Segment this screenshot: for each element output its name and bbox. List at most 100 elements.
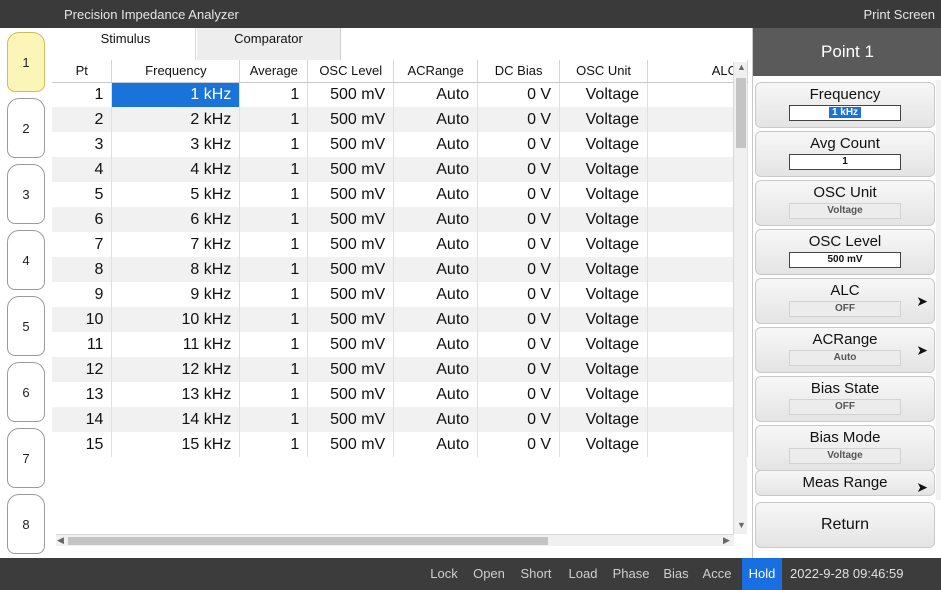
cell-osc-unit[interactable]: Voltage — [559, 257, 649, 282]
cell-dc-bias[interactable]: 0 V — [477, 332, 561, 357]
cell-osc-level[interactable]: 500 mV — [307, 132, 395, 157]
cell-pt[interactable]: 5 — [52, 182, 113, 207]
table-vertical-scrollbar[interactable]: ▲ ▼ — [733, 62, 747, 534]
table-row[interactable]: 11 11 kHz 1 500 mV Auto 0 V Voltage — [52, 332, 748, 357]
cell-osc-level[interactable]: 500 mV — [307, 182, 395, 207]
table-row[interactable]: 88 kHz 1 500 mV Auto 0 V Voltage — [52, 257, 748, 282]
column-header-acrange[interactable]: ACRange — [393, 60, 479, 83]
cell-pt[interactable]: 11 — [52, 332, 113, 357]
cell-dc-bias[interactable]: 0 V — [477, 382, 561, 407]
table-row[interactable]: 15 15 kHz 1 500 mV Auto 0 V Voltage — [52, 432, 748, 457]
cell-average[interactable]: 1 — [239, 82, 309, 107]
cell-frequency[interactable]: 13 kHz — [111, 382, 241, 407]
frequency-field[interactable]: 1 kHz — [789, 105, 901, 121]
cell-frequency[interactable]: 3 kHz — [111, 132, 241, 157]
alc-softkey[interactable]: ALC OFF ➤ — [755, 278, 935, 324]
cell-pt[interactable]: 6 — [52, 207, 113, 232]
cell-pt[interactable]: 1 — [52, 82, 113, 107]
cell-frequency[interactable]: 12 kHz — [111, 357, 241, 382]
cell-acrange[interactable]: Auto — [393, 282, 479, 307]
side-tab-2[interactable]: 2 — [7, 98, 45, 158]
cell-pt[interactable]: 9 — [52, 282, 113, 307]
cell-frequency[interactable]: 7 kHz — [111, 232, 241, 257]
cell-osc-unit[interactable]: Voltage — [559, 432, 649, 457]
cell-dc-bias[interactable]: 0 V — [477, 82, 561, 107]
cell-osc-level[interactable]: 500 mV — [307, 107, 395, 132]
cell-dc-bias[interactable]: 0 V — [477, 257, 561, 282]
scroll-right-arrow-icon[interactable]: ▶ — [723, 535, 730, 546]
cell-average[interactable]: 1 — [239, 382, 309, 407]
table-row[interactable]: 13 13 kHz 1 500 mV Auto 0 V Voltage — [52, 382, 748, 407]
cell-osc-unit[interactable]: Voltage — [559, 182, 649, 207]
column-header-frequency[interactable]: Frequency — [111, 60, 241, 83]
cell-osc-level[interactable]: 500 mV — [307, 382, 395, 407]
cell-pt[interactable]: 15 — [52, 432, 113, 457]
cell-osc-unit[interactable]: Voltage — [559, 382, 649, 407]
cell-pt[interactable]: 12 — [52, 357, 113, 382]
vertical-scroll-thumb[interactable] — [736, 78, 746, 148]
cell-acrange[interactable]: Auto — [393, 182, 479, 207]
cell-acrange[interactable]: Auto — [393, 357, 479, 382]
cell-frequency[interactable]: 15 kHz — [111, 432, 241, 457]
cell-acrange[interactable]: Auto — [393, 257, 479, 282]
cell-frequency[interactable]: 5 kHz — [111, 182, 241, 207]
scroll-down-arrow-icon[interactable]: ▼ — [737, 520, 746, 530]
cell-osc-level[interactable]: 500 mV — [307, 432, 395, 457]
cell-dc-bias[interactable]: 0 V — [477, 157, 561, 182]
column-header-dc-bias[interactable]: DC Bias — [477, 60, 561, 83]
bias-state-softkey[interactable]: Bias State OFF — [755, 376, 935, 422]
cell-osc-level[interactable]: 500 mV — [307, 82, 395, 107]
table-row[interactable]: 14 14 kHz 1 500 mV Auto 0 V Voltage — [52, 407, 748, 432]
cell-average[interactable]: 1 — [239, 332, 309, 357]
cell-average[interactable]: 1 — [239, 107, 309, 132]
panel-scrollbar[interactable] — [936, 80, 941, 500]
cell-pt[interactable]: 8 — [52, 257, 113, 282]
horizontal-scroll-thumb[interactable] — [68, 537, 548, 545]
cell-average[interactable]: 1 — [239, 207, 309, 232]
scroll-up-arrow-icon[interactable]: ▲ — [737, 62, 746, 72]
cell-osc-level[interactable]: 500 mV — [307, 407, 395, 432]
cell-average[interactable]: 1 — [239, 407, 309, 432]
cell-osc-unit[interactable]: Voltage — [559, 332, 649, 357]
cell-acrange[interactable]: Auto — [393, 132, 479, 157]
table-row[interactable]: 77 kHz 1 500 mV Auto 0 V Voltage — [52, 232, 748, 257]
cell-osc-unit[interactable]: Voltage — [559, 307, 649, 332]
meas-range-softkey[interactable]: Meas Range ➤ — [755, 470, 935, 496]
cell-pt[interactable]: 14 — [52, 407, 113, 432]
cell-average[interactable]: 1 — [239, 307, 309, 332]
cell-acrange[interactable]: Auto — [393, 307, 479, 332]
cell-acrange[interactable]: Auto — [393, 107, 479, 132]
cell-dc-bias[interactable]: 0 V — [477, 432, 561, 457]
table-row[interactable]: 44 kHz 1 500 mV Auto 0 V Voltage — [52, 157, 748, 182]
cell-frequency[interactable]: 6 kHz — [111, 207, 241, 232]
column-header-pt[interactable]: Pt — [52, 60, 113, 83]
cell-pt[interactable]: 3 — [52, 132, 113, 157]
table-row[interactable]: 55 kHz 1 500 mV Auto 0 V Voltage — [52, 182, 748, 207]
cell-osc-level[interactable]: 500 mV — [307, 157, 395, 182]
cell-frequency[interactable]: 8 kHz — [111, 257, 241, 282]
acrange-softkey[interactable]: ACRange Auto ➤ — [755, 327, 935, 373]
cell-osc-unit[interactable]: Voltage — [559, 82, 649, 107]
bias-mode-softkey[interactable]: Bias Mode Voltage — [755, 425, 935, 471]
return-button[interactable]: Return — [755, 502, 935, 548]
column-header-osc-unit[interactable]: OSC Unit — [559, 60, 649, 83]
side-tab-4[interactable]: 4 — [7, 230, 45, 290]
cell-pt[interactable]: 13 — [52, 382, 113, 407]
cell-acrange[interactable]: Auto — [393, 332, 479, 357]
print-screen-button[interactable]: Print Screen — [863, 7, 935, 22]
table-horizontal-scrollbar[interactable]: ◀ ▶ — [56, 534, 734, 546]
tab-stimulus[interactable]: Stimulus — [56, 28, 196, 60]
cell-frequency[interactable]: 11 kHz — [111, 332, 241, 357]
side-tab-1[interactable]: 1 — [7, 32, 45, 92]
cell-osc-unit[interactable]: Voltage — [559, 157, 649, 182]
side-tab-3[interactable]: 3 — [7, 164, 45, 224]
cell-dc-bias[interactable]: 0 V — [477, 282, 561, 307]
cell-acrange[interactable]: Auto — [393, 82, 479, 107]
cell-osc-unit[interactable]: Voltage — [559, 282, 649, 307]
cell-average[interactable]: 1 — [239, 357, 309, 382]
cell-osc-unit[interactable]: Voltage — [559, 132, 649, 157]
osc-level-softkey[interactable]: OSC Level 500 mV — [755, 229, 935, 275]
cell-dc-bias[interactable]: 0 V — [477, 132, 561, 157]
cell-osc-unit[interactable]: Voltage — [559, 232, 649, 257]
table-row[interactable]: 33 kHz 1 500 mV Auto 0 V Voltage — [52, 132, 748, 157]
